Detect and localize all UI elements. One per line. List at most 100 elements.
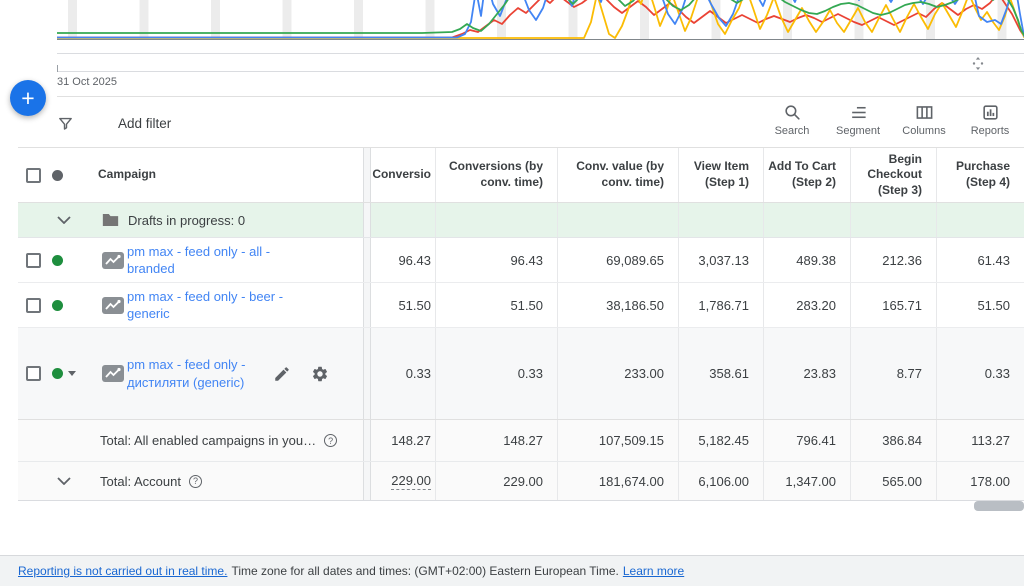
metric-cell: 233.00	[557, 328, 678, 419]
column-header-campaign[interactable]: Campaign	[98, 167, 156, 183]
metric-cell	[678, 203, 763, 237]
column-header-begin-checkout[interactable]: Begin Checkout (Step 3)	[850, 148, 936, 202]
segment-button[interactable]: Segment	[827, 101, 889, 143]
filter-funnel-icon	[57, 115, 74, 132]
metric-cell: 148.27	[371, 420, 435, 461]
metric-cell: 283.20	[763, 283, 850, 327]
columns-label: Columns	[902, 125, 945, 137]
google-ads-campaign-screen: 31 Oct 2025 + Add filter Search Segment	[0, 0, 1024, 586]
divider	[57, 96, 1024, 97]
performance-chart	[57, 0, 1024, 40]
metric-cell	[850, 203, 936, 237]
metric-cell: 229.00	[371, 462, 435, 500]
metric-cell: 178.00	[936, 462, 1024, 500]
column-header-purchase[interactable]: Purchase (Step 4)	[936, 148, 1024, 202]
metric-cell: 96.43	[435, 238, 557, 282]
chart-resize-strip	[57, 53, 1024, 72]
metric-cell	[557, 203, 678, 237]
settings-gear-icon[interactable]	[311, 365, 329, 383]
status-dot-enabled[interactable]	[52, 300, 63, 311]
reports-button[interactable]: Reports	[959, 101, 1021, 143]
row-checkbox[interactable]	[26, 298, 41, 313]
metric-cell: 51.50	[936, 283, 1024, 327]
metric-cell: 8.77	[850, 328, 936, 419]
frozen-pane-divider	[363, 148, 371, 202]
reporting-delay-link[interactable]: Reporting is not carried out in real tim…	[18, 564, 227, 578]
column-header-conversions-by-time[interactable]: Conversions (by conv. time)	[435, 148, 557, 202]
help-icon[interactable]: ?	[189, 475, 202, 488]
edit-pencil-icon[interactable]	[273, 365, 291, 383]
metric-cell	[936, 203, 1024, 237]
row-checkbox[interactable]	[26, 253, 41, 268]
add-filter-button[interactable]: Add filter	[57, 103, 171, 143]
column-header-view-item[interactable]: View Item (Step 1)	[678, 148, 763, 202]
search-icon	[783, 103, 802, 122]
metric-cell	[371, 203, 435, 237]
chart-resize-handle-icon[interactable]	[971, 57, 985, 70]
learn-more-link[interactable]: Learn more	[623, 564, 684, 578]
column-header-conversions[interactable]: Conversio	[371, 148, 435, 202]
performance-max-campaign-icon	[102, 252, 124, 269]
campaign-link[interactable]: pm max - feed only - дистиляти (generic)	[127, 356, 267, 390]
frozen-pane-divider	[363, 203, 371, 237]
table-row: pm max - feed only - дистиляти (generic)…	[18, 328, 1024, 420]
timezone-text: Time zone for all dates and times: (GMT+…	[231, 564, 618, 578]
metric-cell: 69,089.65	[557, 238, 678, 282]
help-icon[interactable]: ?	[324, 434, 337, 447]
table-row: pm max - feed only - all - branded 96.43…	[18, 238, 1024, 283]
status-dropdown-caret-icon[interactable]	[68, 371, 76, 376]
column-header-add-to-cart[interactable]: Add To Cart (Step 2)	[763, 148, 850, 202]
campaign-link[interactable]: pm max - feed only - all - branded	[127, 243, 299, 277]
total-account-label: Total: Account	[100, 474, 181, 489]
columns-icon	[915, 103, 934, 122]
metric-cell: 61.43	[936, 238, 1024, 282]
frozen-pane-divider	[363, 420, 371, 461]
estimated-value: 229.00	[391, 473, 431, 490]
table-toolbar: Search Segment Columns	[761, 101, 1021, 143]
metric-cell: 3,037.13	[678, 238, 763, 282]
search-button[interactable]: Search	[761, 101, 823, 143]
total-account-row: Total: Account ? 229.00 229.00 181,674.0…	[18, 462, 1024, 501]
metric-cell: 0.33	[435, 328, 557, 419]
metric-cell: 181,674.00	[557, 462, 678, 500]
total-enabled-label: Total: All enabled campaigns in you…	[100, 433, 316, 448]
campaign-link[interactable]: pm max - feed only - beer - generic	[127, 288, 299, 322]
reports-icon	[981, 103, 1000, 122]
horizontal-scrollbar-thumb[interactable]	[974, 501, 1024, 511]
performance-max-campaign-icon	[102, 297, 124, 314]
plus-icon: +	[21, 87, 34, 110]
metric-cell: 96.43	[371, 238, 435, 282]
reports-label: Reports	[971, 125, 1010, 137]
metric-cell: 386.84	[850, 420, 936, 461]
chart-start-date-label: 31 Oct 2025	[57, 76, 117, 88]
frozen-pane-divider	[363, 283, 371, 327]
metric-cell: 38,186.50	[557, 283, 678, 327]
metric-cell: 6,106.00	[678, 462, 763, 500]
performance-max-campaign-icon	[102, 365, 124, 382]
metric-cell: 148.27	[435, 420, 557, 461]
table-header-row: Campaign Conversio Conversions (by conv.…	[18, 148, 1024, 203]
new-campaign-fab[interactable]: +	[10, 80, 46, 116]
metric-cell: 229.00	[435, 462, 557, 500]
metric-cell	[763, 203, 850, 237]
columns-button[interactable]: Columns	[893, 101, 955, 143]
column-header-conv-value[interactable]: Conv. value (by conv. time)	[557, 148, 678, 202]
drafts-label: Drafts in progress: 0	[128, 213, 245, 228]
chevron-down-icon[interactable]	[57, 477, 71, 485]
frozen-pane-divider	[363, 462, 371, 500]
status-dot-enabled[interactable]	[52, 255, 63, 266]
performance-chart-svg	[57, 0, 1024, 40]
frozen-pane-divider	[363, 328, 371, 419]
metric-cell: 1,786.71	[678, 283, 763, 327]
metric-cell: 358.61	[678, 328, 763, 419]
chevron-down-icon[interactable]	[57, 216, 71, 224]
axis-tick	[57, 65, 58, 72]
search-label: Search	[775, 125, 810, 137]
folder-icon	[102, 213, 119, 227]
row-checkbox[interactable]	[26, 366, 41, 381]
select-all-checkbox[interactable]	[26, 168, 41, 183]
status-dot-enabled[interactable]	[52, 368, 63, 379]
metric-cell: 51.50	[371, 283, 435, 327]
metric-cell: 565.00	[850, 462, 936, 500]
metric-cell: 51.50	[435, 283, 557, 327]
